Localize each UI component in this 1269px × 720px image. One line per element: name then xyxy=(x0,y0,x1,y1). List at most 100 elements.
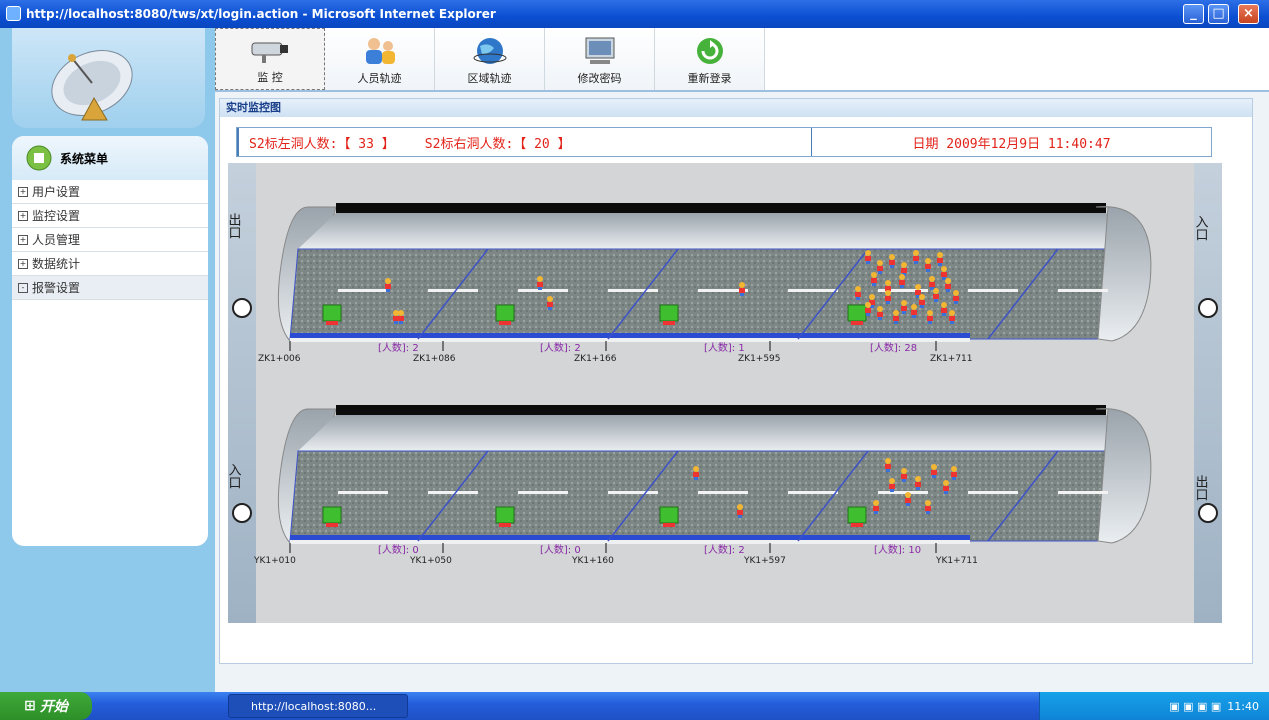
system-menu: 系统菜单 + 用户设置 + 监控设置 + 人员管理 + 数据统计 - 报警设置 xyxy=(12,136,208,546)
camera-eye-icon xyxy=(1198,503,1218,523)
taskbar: ⊞ 开始 http://localhost:8080... ▣ ▣ ▣ ▣ 11:… xyxy=(0,692,1269,720)
collapse-icon: - xyxy=(18,282,28,293)
task-label: http://localhost:8080... xyxy=(251,699,377,713)
tab-label: 人员轨迹 xyxy=(357,72,402,85)
main-area: 监 控 人员轨迹 区域轨迹 修改密码 重新登录 实时监控图 S2标左洞人数:【 … xyxy=(215,28,1269,692)
lane-marking xyxy=(1058,491,1108,494)
date-display: 日期 2009年12月9日 11:40:47 xyxy=(811,128,1211,156)
menu-item-label: 人员管理 xyxy=(32,233,81,247)
tab-monitor[interactable]: 监 控 xyxy=(215,28,325,90)
menu-icon xyxy=(26,145,52,171)
start-label: 开始 xyxy=(39,699,68,715)
title-bar: http://localhost:8080/tws/xt/login.actio… xyxy=(0,0,1269,28)
satellite-dish-icon xyxy=(51,50,133,121)
close-button[interactable]: × xyxy=(1238,4,1259,24)
menu-item-personnel[interactable]: + 人员管理 xyxy=(12,228,208,252)
station-label: ZK1+006 xyxy=(258,354,301,364)
lane-marking xyxy=(788,289,838,292)
tab-label: 修改密码 xyxy=(577,72,622,85)
tunnel-b-exit-label: 出口 xyxy=(1193,475,1208,501)
tab-relogin[interactable]: 重新登录 xyxy=(655,28,765,90)
maximize-button[interactable]: □ xyxy=(1208,4,1229,24)
tab-label: 监 控 xyxy=(257,71,283,84)
count-group: S2标左洞人数:【 33 】 S2标右洞人数:【 20 】 xyxy=(237,128,811,156)
menu-item-label: 监控设置 xyxy=(32,209,81,223)
system-tray: ▣ ▣ ▣ ▣ 11:40 xyxy=(1039,692,1269,720)
expand-icon: + xyxy=(18,234,28,245)
satellite-logo xyxy=(12,28,205,128)
expand-icon: + xyxy=(18,258,28,269)
station-label: YK1+010 xyxy=(253,556,296,566)
station-label: YK1+597 xyxy=(743,556,786,566)
tray-icons: ▣ ▣ ▣ ▣ xyxy=(1169,699,1222,713)
right-tunnel xyxy=(277,405,1152,544)
lane-marking xyxy=(338,491,388,494)
camera-eye-icon xyxy=(232,298,252,318)
lane-marking xyxy=(1058,289,1108,292)
left-tunnel-count: S2标左洞人数:【 33 】 xyxy=(249,136,395,152)
tunnel-a-entry-label: 入口 xyxy=(1193,215,1209,241)
camera-eye-icon xyxy=(1198,298,1218,318)
section-count: [人数]: 0 xyxy=(540,543,581,556)
windows-logo-icon: ⊞ xyxy=(24,698,36,714)
lane-marking xyxy=(968,491,1018,494)
minimize-button[interactable]: _ xyxy=(1183,4,1204,24)
menu-item-user-settings[interactable]: + 用户设置 xyxy=(12,180,208,204)
menu-item-statistics[interactable]: + 数据统计 xyxy=(12,252,208,276)
section-count: [人数]: 2 xyxy=(540,341,581,354)
window-title: http://localhost:8080/tws/xt/login.actio… xyxy=(26,7,496,21)
section-count: [人数]: 28 xyxy=(870,341,917,354)
camera-eye-icon xyxy=(232,503,252,523)
taskbar-ie-task[interactable]: http://localhost:8080... xyxy=(228,694,408,718)
section-count: [人数]: 10 xyxy=(874,543,921,556)
clock: 11:40 xyxy=(1227,699,1259,713)
menu-item-label: 报警设置 xyxy=(32,281,81,295)
tab-bar: 监 控 人员轨迹 区域轨迹 修改密码 重新登录 xyxy=(215,28,1269,92)
section-count: [人数]: 2 xyxy=(704,543,745,556)
tunnel-a-exit-label: 出口 xyxy=(228,213,241,239)
menu-item-alarm-settings[interactable]: - 报警设置 xyxy=(12,276,208,300)
tunnel-map: 出口 入口 入口 出口 ZK1+006 ZK1+086 ZK1+166 ZK1+… xyxy=(226,163,1222,623)
station-label: ZK1+595 xyxy=(738,354,781,364)
station-label: YK1+160 xyxy=(571,556,614,566)
start-button[interactable]: ⊞ 开始 xyxy=(0,692,92,720)
lane-marking xyxy=(428,491,478,494)
tab-label: 重新登录 xyxy=(687,72,732,85)
left-sidebar: 系统菜单 + 用户设置 + 监控设置 + 人员管理 + 数据统计 - 报警设置 xyxy=(0,28,215,692)
tab-people-track[interactable]: 人员轨迹 xyxy=(325,28,435,90)
tab-area-track[interactable]: 区域轨迹 xyxy=(435,28,545,90)
left-tunnel xyxy=(277,203,1152,342)
camera-icon xyxy=(251,42,288,63)
menu-item-monitor-settings[interactable]: + 监控设置 xyxy=(12,204,208,228)
menu-header: 系统菜单 xyxy=(12,136,208,180)
section-count: [人数]: 1 xyxy=(704,341,745,354)
content-panel: 实时监控图 S2标左洞人数:【 33 】 S2标右洞人数:【 20 】 日期 2… xyxy=(219,98,1253,664)
tab-change-password[interactable]: 修改密码 xyxy=(545,28,655,90)
lane-marking xyxy=(518,289,568,292)
lane-marking xyxy=(608,289,658,292)
station-label: YK1+050 xyxy=(409,556,452,566)
lane-marking xyxy=(608,491,658,494)
tunnel-scene: 出口 入口 入口 出口 ZK1+006 ZK1+086 ZK1+166 ZK1+… xyxy=(226,163,1222,623)
globe-icon xyxy=(473,38,506,64)
ie-icon xyxy=(6,6,21,21)
station-label: ZK1+711 xyxy=(930,354,973,364)
station-label: YK1+711 xyxy=(935,556,978,566)
station-label: ZK1+086 xyxy=(413,354,456,364)
lane-marking xyxy=(518,491,568,494)
station-label: ZK1+166 xyxy=(574,354,617,364)
status-bar: S2标左洞人数:【 33 】 S2标右洞人数:【 20 】 日期 2009年12… xyxy=(236,127,1212,157)
section-count: [人数]: 2 xyxy=(378,341,419,354)
menu-title: 系统菜单 xyxy=(60,151,109,166)
lane-marking xyxy=(788,491,838,494)
menu-item-label: 用户设置 xyxy=(32,185,81,199)
people-icon xyxy=(365,38,395,64)
right-tunnel-stations: YK1+010 YK1+050 YK1+160 YK1+597 YK1+711 … xyxy=(253,543,978,566)
tab-label: 区域轨迹 xyxy=(467,72,512,85)
section-count: [人数]: 0 xyxy=(378,543,419,556)
tunnel-b-entry-label: 入口 xyxy=(228,463,241,489)
computer-icon xyxy=(585,37,614,64)
browser-window: http://localhost:8080/tws/xt/login.actio… xyxy=(0,0,1269,720)
lane-marking xyxy=(878,491,928,494)
refresh-icon xyxy=(696,38,723,64)
